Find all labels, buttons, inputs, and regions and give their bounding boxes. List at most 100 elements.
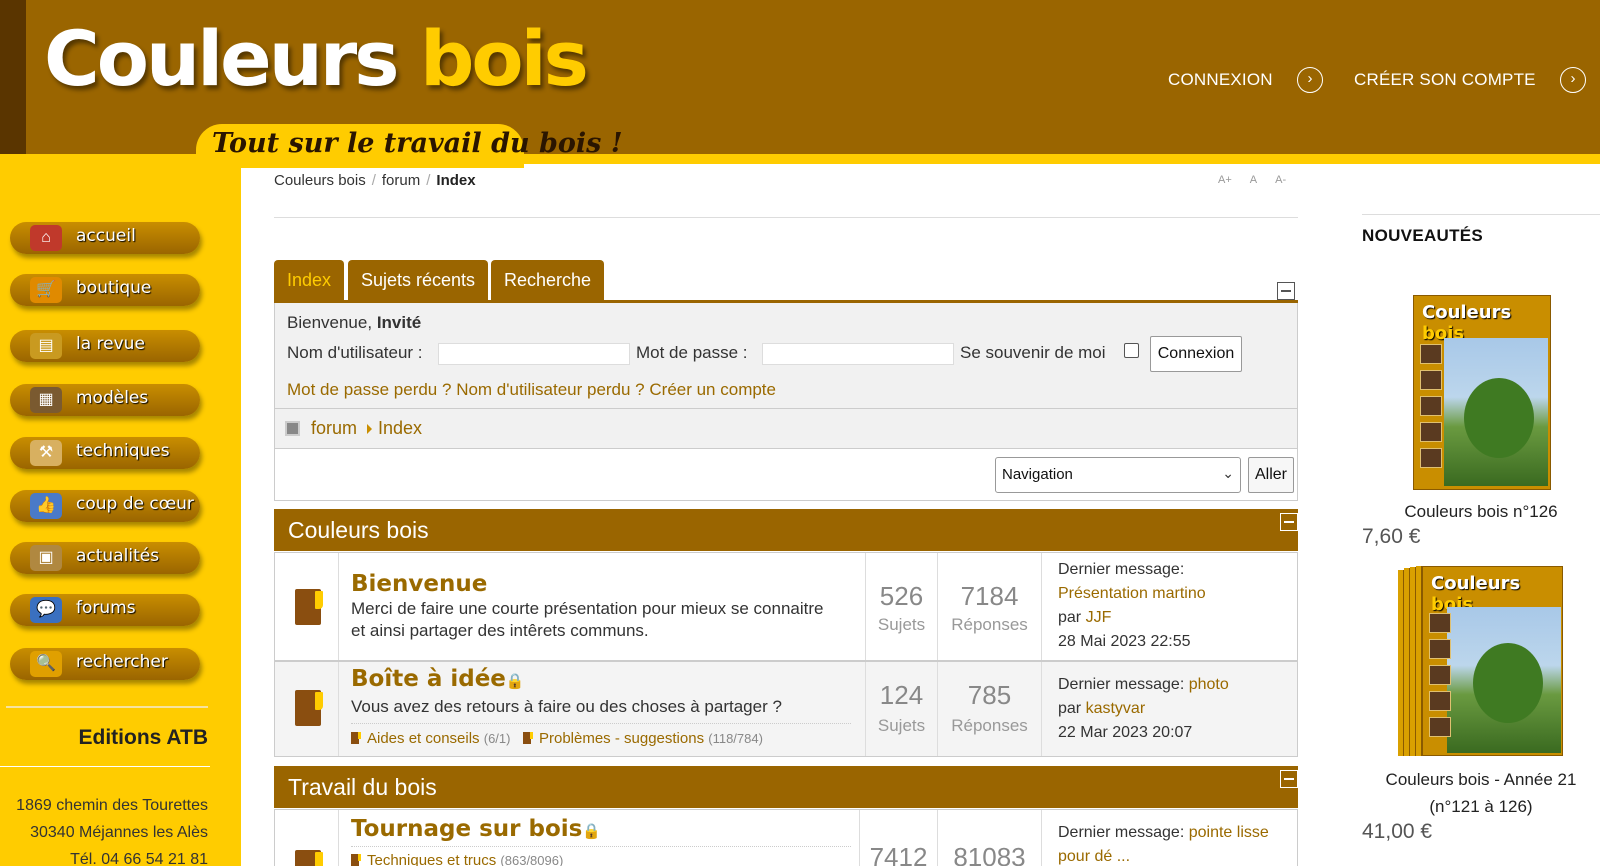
last-post-by: par [1058,700,1082,717]
remember-checkbox[interactable] [1124,343,1139,358]
forum-row: Bienvenue Merci de faire une courte prés… [274,552,1298,661]
last-post-link[interactable]: photo [1189,676,1229,693]
tab-recent-topics[interactable]: Sujets récents [348,260,489,302]
replies-count: 785 [967,680,1012,710]
forum-row: Boîte à idée🔒 Vous avez des retours à fa… [274,661,1298,757]
topics-count: 526 [879,581,924,611]
font-normal-button[interactable]: A [1250,174,1257,186]
connexion-link[interactable]: CONNEXION [1168,70,1273,90]
forum-title[interactable]: Bienvenue [351,571,487,597]
product-name[interactable]: Couleurs bois n°126 [1362,502,1600,522]
sidebar-item-rechercher[interactable]: 🔍 rechercher [10,648,200,680]
sidebar-item-modeles[interactable]: ▦ modèles [10,384,200,416]
collapse-icon[interactable] [1280,513,1298,531]
last-post-link-cont[interactable]: pour dé ... [1058,848,1130,865]
cover-photo [1444,338,1548,486]
category-header[interactable]: Couleurs bois [274,509,1298,551]
sidebar-item-label: techniques [76,441,170,461]
replies-label: Réponses [951,615,1028,634]
topics-label: Sujets [877,716,926,735]
category-header[interactable]: Travail du bois [274,766,1298,808]
sidebar-item-accueil[interactable]: ⌂ accueil [10,222,200,254]
last-post-link[interactable]: pointe lisse [1189,824,1269,841]
subforum-list: Techniques et trucs (863/8096) [351,852,563,866]
forum-title[interactable]: Boîte à idée [351,666,506,692]
magazine-bundle-cover[interactable]: Couleurs bois [1422,566,1563,756]
go-button[interactable]: Aller [1248,457,1294,493]
password-input[interactable] [762,343,954,365]
phone: Tél. 04 66 54 21 81 [70,851,208,866]
forum-title[interactable]: Tournage sur bois [351,816,582,842]
lost-password-link[interactable]: Mot de passe perdu ? [287,380,451,399]
address-line: 1869 chemin des Tourettes [16,797,208,814]
login-help-links: Mot de passe perdu ? Nom d'utilisateur p… [287,380,776,400]
create-account-link[interactable]: Créer un compte [649,380,776,399]
speech-bubble-icon: 💬 [30,597,62,623]
magazine-icon: ▤ [30,333,62,359]
replies-count: 81083 [953,842,1026,866]
chevron-right-icon[interactable]: › [1560,67,1586,93]
sidebar-item-label: rechercher [76,652,168,672]
site-header: Couleurs bois Tout sur le travail du boi… [0,0,1600,168]
chevron-right-icon[interactable]: › [1297,67,1323,93]
subforum-book-icon [522,732,533,744]
guest-name: Invité [376,313,422,332]
last-post-user[interactable]: kastyvar [1086,700,1146,717]
cover-thumbnails [1420,344,1442,474]
replies-label: Réponses [951,716,1028,735]
replies-stat: 81083 [937,810,1041,866]
sidebar-item-actualites[interactable]: ▣ actualités [10,542,200,574]
last-post-cell: Dernier message: Présentation martino pa… [1041,553,1297,660]
subforum-link[interactable]: Techniques et trucs [367,852,496,866]
sidebar-item-boutique[interactable]: 🛒 boutique [10,274,200,306]
sidebar-item-forums[interactable]: 💬 forums [10,594,200,626]
subforum-link[interactable]: Problèmes - suggestions [539,730,704,747]
tab-index[interactable]: Index [274,260,345,302]
last-post-date: 28 Mai 2023 22:55 [1058,633,1191,650]
magazine-cover[interactable]: Couleurs bois [1413,295,1551,490]
last-post-label: Dernier message: [1058,824,1185,841]
address-line: 30340 Méjannes les Alès [30,824,208,841]
forum-icon-cell [275,553,339,660]
news-icon: ▣ [30,545,62,571]
sidebar-divider [0,766,210,767]
last-post-user[interactable]: JJF [1086,609,1112,626]
logo-accent-text: bois [419,14,589,103]
sidebar-item-label: accueil [76,226,136,246]
new-products-title: NOUVEAUTÉS [1362,226,1484,245]
lost-username-link[interactable]: Nom d'utilisateur perdu ? [456,380,644,399]
username-input[interactable] [438,343,630,365]
collapse-icon[interactable] [1280,770,1298,788]
last-post-label: Dernier message: [1058,561,1185,578]
font-bigger-button[interactable]: A+ [1218,174,1232,186]
collapse-icon[interactable] [1277,282,1295,300]
forum-description: Merci de faire une courte présentation p… [351,599,824,640]
path-index-link[interactable]: Index [378,418,422,438]
sidebar-item-la-revue[interactable]: ▤ la revue [10,330,200,362]
replies-count: 7184 [960,581,1019,611]
subforum-link[interactable]: Aides et conseils [367,730,480,747]
sidebar-item-coup-de-coeur[interactable]: 👍 coup de cœur [10,490,200,522]
navigation-bar: Navigation ⌄ Aller [274,449,1298,501]
path-forum-link[interactable]: forum [311,418,357,438]
last-post-link[interactable]: Présentation martino [1058,585,1206,602]
topics-stat: 526 Sujets [865,553,937,660]
breadcrumb-home[interactable]: Couleurs bois [274,172,366,189]
chevron-down-icon: ⌄ [1222,465,1234,481]
product-name[interactable]: Couleurs bois - Année 21 [1362,770,1600,790]
welcome-label: Bienvenue, [287,313,373,332]
login-button[interactable]: Connexion [1150,336,1242,372]
site-logo[interactable]: Couleurs bois [44,14,589,103]
create-account-link[interactable]: CRÉER SON COMPTE [1354,70,1536,90]
sidebar-item-label: modèles [76,388,149,408]
tab-search[interactable]: Recherche [491,260,605,302]
remember-label: Se souvenir de moi [960,343,1106,362]
product-name-cont[interactable]: (n°121 à 126) [1362,797,1600,817]
sidebar-item-techniques[interactable]: ⚒ techniques [10,437,200,469]
login-panel: Bienvenue, Invité Nom d'utilisateur : Mo… [274,303,1298,409]
navigation-select[interactable]: Navigation ⌄ [995,457,1241,493]
breadcrumb-forum[interactable]: forum [382,172,420,189]
sidebar-item-label: la revue [76,334,145,354]
font-smaller-button[interactable]: A- [1275,174,1286,186]
last-post-date: 22 Mar 2023 20:07 [1058,724,1193,741]
